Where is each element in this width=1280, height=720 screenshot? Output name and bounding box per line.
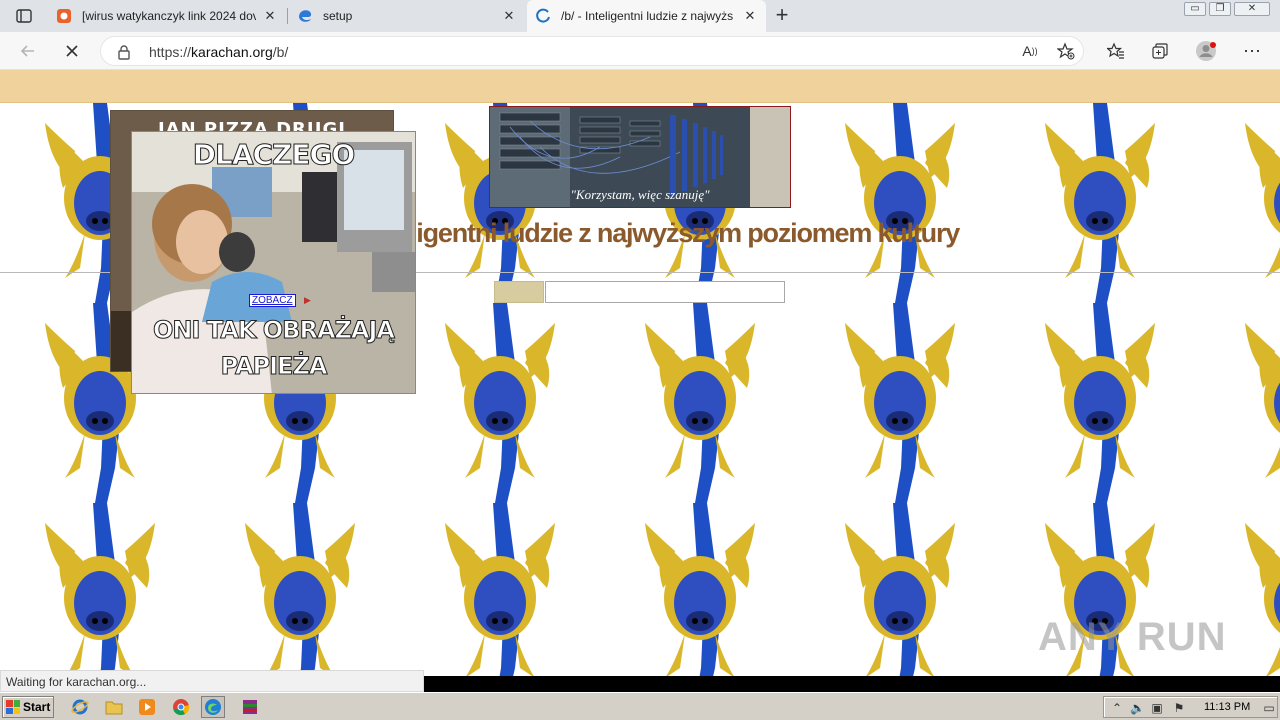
edge-taskbar-icon[interactable] bbox=[201, 696, 225, 718]
board-title: ligentni ludzie z najwyższym poziomem ku… bbox=[410, 218, 960, 248]
search-form bbox=[494, 281, 785, 303]
minimize-button[interactable]: ▭ bbox=[1184, 2, 1206, 16]
watermark-text: ANY RUN bbox=[1038, 615, 1227, 659]
window-close-button[interactable]: ✕ bbox=[1234, 2, 1270, 16]
start-label: Start bbox=[23, 700, 51, 714]
back-icon[interactable] bbox=[16, 39, 40, 63]
action-center-flag-icon[interactable]: ⚑ bbox=[1172, 701, 1186, 715]
url-host: karachan.org bbox=[191, 44, 273, 60]
start-button[interactable]: Start bbox=[2, 696, 54, 718]
volume-icon[interactable]: 🔈 bbox=[1130, 701, 1145, 715]
folder-icon[interactable] bbox=[104, 697, 124, 717]
ad-front-headline: DLACZEGO bbox=[192, 138, 356, 172]
address-bar[interactable]: https://karachan.org/b/ bbox=[100, 36, 1084, 66]
collections-icon[interactable] bbox=[1148, 39, 1172, 63]
search-button[interactable] bbox=[494, 281, 544, 303]
web-page: "Korzystam, więc szanuję" ligentni ludzi… bbox=[0, 70, 1280, 676]
loading-icon bbox=[535, 8, 551, 24]
tab-title: [wirus watykanczyk link 2024 dov bbox=[82, 9, 256, 23]
new-tab-button[interactable]: + bbox=[770, 4, 794, 28]
clock: 11:13 PM bbox=[1204, 701, 1251, 713]
tab-actions-icon[interactable] bbox=[10, 6, 38, 26]
close-icon[interactable]: ✕ bbox=[742, 8, 758, 24]
close-icon[interactable]: ✕ bbox=[262, 8, 278, 24]
browser-status: Waiting for karachan.org... bbox=[0, 670, 424, 692]
tab-title: setup bbox=[323, 9, 353, 23]
favorite-add-icon[interactable] bbox=[1054, 39, 1078, 63]
browser-toolbar: https://karachan.org/b/ A)) ⋯ bbox=[0, 32, 1280, 70]
popup-ad-front[interactable]: DLACZEGO ONI TAK OBRAŻAJĄ PAPIEŻA bbox=[131, 131, 416, 394]
brave-icon bbox=[56, 8, 72, 24]
ie-icon[interactable] bbox=[70, 697, 90, 717]
board-banner[interactable]: "Korzystam, więc szanuję" bbox=[489, 106, 791, 208]
close-icon[interactable]: ✕ bbox=[501, 8, 517, 24]
tray-expand-icon[interactable]: ⌃ bbox=[1110, 701, 1124, 715]
stop-icon[interactable] bbox=[60, 39, 84, 63]
media-player-icon[interactable] bbox=[137, 697, 157, 717]
lock-icon[interactable] bbox=[117, 44, 133, 60]
windows-flag-icon bbox=[6, 700, 20, 714]
ad-front-caption: ONI TAK OBRAŻAJĄ PAPIEŻA bbox=[132, 312, 415, 384]
system-tray: ⌃ 🔈 ▣ ⚑ 11:13 PM ▭ bbox=[1103, 696, 1278, 718]
favorites-icon[interactable] bbox=[1104, 39, 1128, 63]
tab-separator bbox=[287, 8, 288, 24]
url-text: https://karachan.org/b/ bbox=[149, 44, 288, 60]
ad-front-caption-line-2: PAPIEŻA bbox=[220, 352, 328, 381]
taskbar: Start ⌃ 🔈 ▣ ⚑ 11:13 PM ▭ bbox=[0, 692, 1280, 720]
chrome-icon[interactable] bbox=[171, 697, 191, 717]
network-icon[interactable]: ▣ bbox=[1150, 701, 1164, 715]
banner-caption: "Korzystam, więc szanuję" bbox=[570, 187, 710, 202]
search-input[interactable] bbox=[545, 281, 785, 303]
ad-front-caption-line-1: ONI TAK OBRAŻAJĄ bbox=[152, 316, 395, 345]
tab-title: /b/ - Inteligentni ludzie z najwyżs bbox=[561, 9, 734, 23]
ad-link-arrow-icon: ▶ bbox=[304, 295, 311, 305]
show-desktop-icon[interactable]: ▭ bbox=[1262, 701, 1276, 715]
more-icon[interactable]: ⋯ bbox=[1240, 39, 1264, 63]
ad-see-link[interactable]: ZOBACZ bbox=[249, 294, 296, 307]
restore-button[interactable]: ❐ bbox=[1209, 2, 1231, 16]
profile-icon[interactable] bbox=[1194, 39, 1218, 63]
tab-strip: [wirus watykanczyk link 2024 dov ✕ setup… bbox=[0, 0, 1280, 32]
edge-icon bbox=[297, 8, 313, 24]
read-aloud-icon[interactable]: A)) bbox=[1018, 39, 1042, 63]
black-bar bbox=[424, 676, 1280, 692]
url-path: /b/ bbox=[272, 44, 289, 60]
winrar-icon[interactable] bbox=[240, 697, 260, 717]
tab-setup[interactable]: setup ✕ bbox=[289, 0, 525, 32]
tab-wirus[interactable]: [wirus watykanczyk link 2024 dov ✕ bbox=[48, 0, 286, 32]
url-scheme: https:// bbox=[149, 44, 192, 60]
tab-karachan[interactable]: /b/ - Inteligentni ludzie z najwyżs ✕ bbox=[527, 0, 766, 32]
top-bar bbox=[0, 70, 1280, 103]
